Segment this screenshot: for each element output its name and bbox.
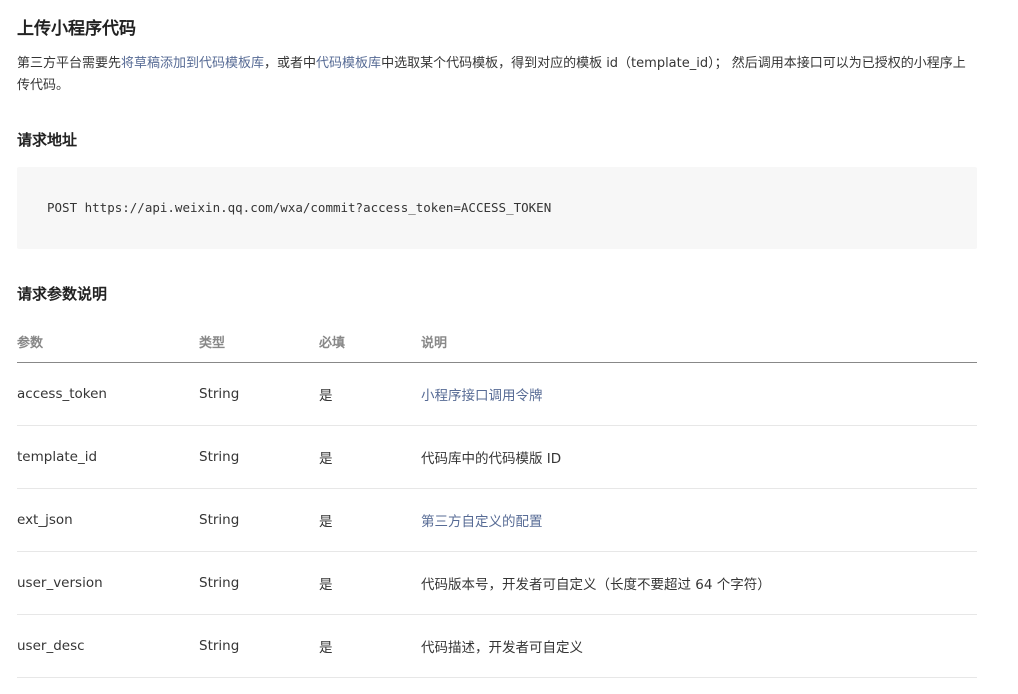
param-type: String <box>199 614 319 678</box>
param-type: String <box>199 488 319 552</box>
param-name: template_id <box>17 425 199 489</box>
param-required: 是 <box>319 488 421 552</box>
param-required: 是 <box>319 425 421 489</box>
param-required: 是 <box>319 362 421 426</box>
param-description: 代码描述，开发者可自定义 <box>421 614 977 678</box>
column-header-type: 类型 <box>199 320 319 363</box>
param-name: ext_json <box>17 488 199 552</box>
column-header-param: 参数 <box>17 320 199 363</box>
param-required: 是 <box>319 551 421 615</box>
add-draft-to-template-link[interactable]: 将草稿添加到代码模板库 <box>121 56 264 71</box>
param-name: access_token <box>17 362 199 426</box>
table-row: ext_json String 是 第三方自定义的配置 <box>17 488 977 552</box>
request-url-code-block: POST https://api.weixin.qq.com/wxa/commi… <box>17 167 977 249</box>
params-table-header: 参数 类型 必填 说明 <box>17 320 977 363</box>
param-name: user_desc <box>17 614 199 678</box>
param-required: 是 <box>319 614 421 678</box>
page-title: 上传小程序代码 <box>17 19 136 39</box>
param-type: String <box>199 362 319 426</box>
params-table: 参数 类型 必填 说明 access_token String 是 小程序接口调… <box>17 320 977 678</box>
param-name: user_version <box>17 551 199 615</box>
request-url-heading: 请求地址 <box>17 131 78 149</box>
page-description: 第三方平台需要先将草稿添加到代码模板库，或者中代码模板库中选取某个代码模板，得到… <box>17 53 977 96</box>
description-text-1: 第三方平台需要先 <box>17 56 122 71</box>
param-type: String <box>199 425 319 489</box>
table-row: user_version String 是 代码版本号，开发者可自定义（长度不要… <box>17 551 977 615</box>
column-header-required: 必填 <box>319 320 421 363</box>
params-heading: 请求参数说明 <box>17 285 108 303</box>
request-url-code: POST https://api.weixin.qq.com/wxa/commi… <box>47 200 552 215</box>
param-description-link[interactable]: 小程序接口调用令牌 <box>421 362 977 426</box>
table-row: user_desc String 是 代码描述，开发者可自定义 <box>17 614 977 678</box>
param-description-link[interactable]: 第三方自定义的配置 <box>421 488 977 552</box>
column-header-description: 说明 <box>421 320 977 363</box>
param-description: 代码库中的代码模版 ID <box>421 425 977 489</box>
template-library-link[interactable]: 代码模板库 <box>316 56 381 71</box>
param-type: String <box>199 551 319 615</box>
param-description: 代码版本号，开发者可自定义（长度不要超过 64 个字符） <box>421 551 977 615</box>
description-text-2: ，或者中 <box>264 56 317 71</box>
table-row: access_token String 是 小程序接口调用令牌 <box>17 362 977 426</box>
table-row: template_id String 是 代码库中的代码模版 ID <box>17 425 977 489</box>
